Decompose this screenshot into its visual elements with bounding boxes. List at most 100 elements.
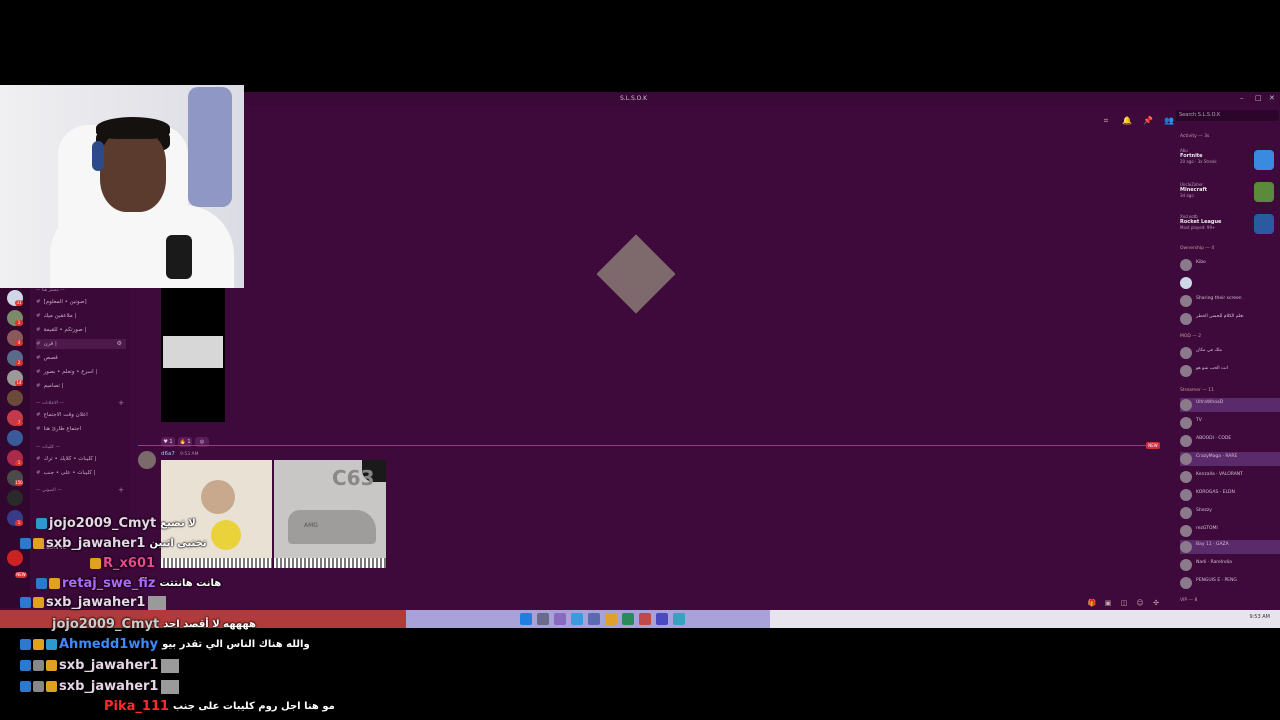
channel-item[interactable]: # قصص xyxy=(36,353,126,363)
channel-category[interactable]: — كليبات — xyxy=(36,445,60,450)
channel-item[interactable]: # [صوتين • المعلوم] xyxy=(36,297,126,307)
member-row[interactable]: ABOODI · CODE xyxy=(1180,434,1280,448)
search-input[interactable]: Search S.L.S.O.K xyxy=(1176,110,1279,121)
avatar[interactable] xyxy=(138,451,156,469)
member-row[interactable]: انت الحب شو هو xyxy=(1180,364,1280,378)
badge-icon xyxy=(20,538,31,549)
server-icon[interactable] xyxy=(7,550,23,566)
maximize-button[interactable]: □ xyxy=(1255,94,1262,102)
unread-badge: 4 xyxy=(15,340,23,346)
channel-item[interactable]: # اسرع • وتعلم • بصور | xyxy=(36,367,126,377)
avatar xyxy=(1180,259,1192,271)
image-attachment[interactable]: C63 AMG xyxy=(274,460,386,568)
member-row[interactable]: Shezzy xyxy=(1180,506,1280,520)
server-icon[interactable] xyxy=(7,430,23,446)
message-input[interactable] xyxy=(130,590,1170,602)
window-title: S.L.S.O.K xyxy=(620,95,648,102)
avatar xyxy=(1180,435,1192,447)
server-icon[interactable] xyxy=(7,390,23,406)
hash-icon: # xyxy=(36,412,41,418)
member-row[interactable]: CrazyMaga · RARE xyxy=(1180,452,1280,466)
settings-gear-icon[interactable]: ⚙ xyxy=(117,339,122,349)
badge-icon xyxy=(33,681,44,692)
hash-icon: # xyxy=(36,426,41,432)
avatar xyxy=(1180,277,1192,289)
activity-card[interactable]: Abu Fortnite 20 ago · 3x Streak xyxy=(1180,148,1217,164)
role-header: VIP — 8 xyxy=(1180,598,1198,603)
gif-icon[interactable]: ▣ xyxy=(1102,599,1114,607)
system-clock[interactable]: 9:53 AM xyxy=(1249,614,1270,620)
channel-item[interactable]: # كليبات • على • جنب | xyxy=(36,468,126,478)
crown-icon xyxy=(46,660,57,671)
start-button[interactable] xyxy=(520,613,532,625)
hash-icon: # xyxy=(36,327,41,333)
sticker-icon[interactable]: ◫ xyxy=(1118,599,1130,607)
role-header: MOD — 2 xyxy=(1180,334,1202,339)
channel-item[interactable]: # كليبات • كلايك • ترك | xyxy=(36,454,126,464)
chat-message: Ahmedd1why والله هناك الناس الي تقدر بيو xyxy=(20,634,310,652)
chat-text: ههههه لا أقصد احد xyxy=(163,619,256,630)
chat-username: sxb_jawaher1 xyxy=(59,658,159,673)
emoji-icon[interactable]: ☺ xyxy=(1134,599,1146,607)
new-badge: NEW xyxy=(15,572,27,578)
message-author[interactable]: d6a7 xyxy=(161,451,175,457)
add-channel-icon[interactable]: + xyxy=(118,399,124,407)
car-model-text: C63 xyxy=(332,466,375,490)
taskbar-app-icon[interactable] xyxy=(571,613,583,625)
apps-icon[interactable]: ✣ xyxy=(1150,599,1162,607)
member-row[interactable]: Kenzalla · VALORANT xyxy=(1180,470,1280,484)
member-row[interactable]: UltraWhoaD xyxy=(1180,398,1280,412)
crown-icon xyxy=(90,558,101,569)
member-row[interactable]: PENGUIS E · PENG xyxy=(1180,576,1280,590)
car-drawing xyxy=(288,510,376,544)
channel-item-selected[interactable]: # قرن | ⚙ xyxy=(36,339,126,349)
channel-item[interactable]: # ملاعقين ميك | xyxy=(36,311,126,321)
member-row[interactable]: تعلم الكلام للحسن الخطر xyxy=(1180,312,1280,326)
activity-card[interactable]: Xxd.xotb Rocket League Most played: 99+ xyxy=(1180,214,1221,230)
member-row[interactable]: Nadi · RareIndia xyxy=(1180,558,1280,572)
badge-icon xyxy=(20,660,31,671)
channel-category[interactable]: — مستر هنا — xyxy=(36,288,65,293)
server-icon[interactable] xyxy=(7,490,23,506)
taskbar-app-icon[interactable] xyxy=(588,613,600,625)
taskbar-app-icon[interactable] xyxy=(673,613,685,625)
taskbar-app-icon[interactable] xyxy=(605,613,617,625)
role-header: Ownership — 4 xyxy=(1180,246,1215,251)
channel-item[interactable]: # اعلان وقت الاجتماع xyxy=(36,410,126,420)
member-row[interactable]: Sharing their screen xyxy=(1180,294,1280,308)
channel-item[interactable]: # تصاميم | xyxy=(36,381,126,391)
channel-item[interactable]: # اجتماع طارئ هنا xyxy=(36,424,126,434)
image-attachment[interactable] xyxy=(161,288,225,422)
hash-icon: # xyxy=(36,299,41,305)
new-messages-badge: NEW xyxy=(1146,442,1160,449)
close-button[interactable]: ✕ xyxy=(1269,94,1275,102)
avatar xyxy=(1180,525,1192,537)
channel-category[interactable]: — الاعلانات — xyxy=(36,401,64,406)
taskbar-app-icon[interactable] xyxy=(554,613,566,625)
member-row[interactable] xyxy=(1180,276,1280,290)
activity-card[interactable]: UncleZaher Minecraft 3d ago xyxy=(1180,182,1207,198)
channel-category[interactable]: — الصوتي — xyxy=(36,488,62,493)
chat-message: sxb_jawaher1 xyxy=(20,592,167,610)
taskbar-app-icon[interactable] xyxy=(639,613,651,625)
unread-badge: 2 xyxy=(15,360,23,366)
channel-item[interactable]: # صورتكم • للقيمة | xyxy=(36,325,126,335)
unread-badge: 150 xyxy=(15,480,23,486)
taskbar-app-icon[interactable] xyxy=(622,613,634,625)
member-row[interactable]: Bay 11 · GAZA xyxy=(1180,540,1280,554)
taskbar-app-icon[interactable] xyxy=(656,613,668,625)
drawing-face xyxy=(201,480,235,514)
server-rail: 31 1 4 2 14 7 1 150 1 NEW xyxy=(0,288,30,608)
minimize-button[interactable]: – xyxy=(1240,94,1244,102)
hash-icon: # xyxy=(36,456,41,462)
member-row[interactable]: TV xyxy=(1180,416,1280,430)
hash-icon: # xyxy=(36,383,41,389)
search-icon[interactable] xyxy=(537,613,549,625)
add-channel-icon[interactable]: + xyxy=(118,486,124,494)
bits-badge-icon xyxy=(33,639,44,650)
member-row[interactable]: ملك في مكان xyxy=(1180,346,1280,360)
member-row[interactable]: Kibo xyxy=(1180,258,1280,272)
member-row[interactable]: rezGTOMI xyxy=(1180,524,1280,538)
member-row[interactable]: KOROGAS · ELDN xyxy=(1180,488,1280,502)
gift-icon[interactable]: 🎁 xyxy=(1086,599,1098,607)
